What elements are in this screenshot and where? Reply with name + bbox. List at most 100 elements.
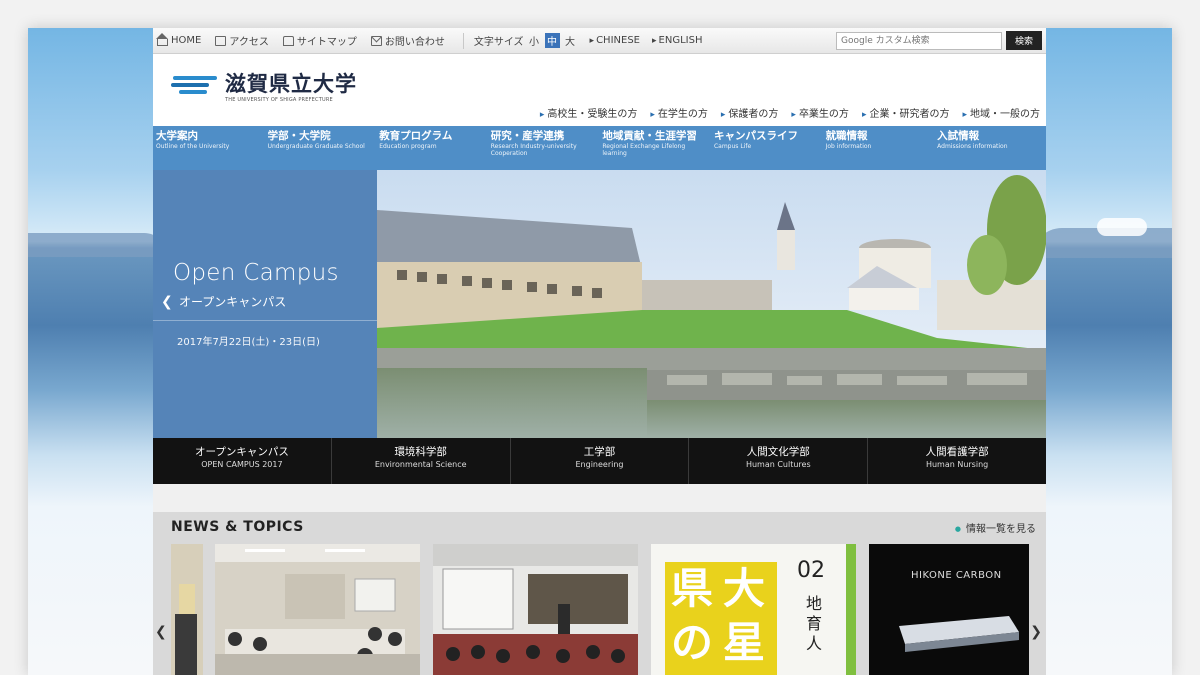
home-link[interactable]: HOME (156, 32, 201, 46)
chevron-left-icon[interactable]: ❮ (155, 624, 167, 640)
magazine-char-4: 星 (723, 618, 766, 667)
news-title: NEWS & TOPICS (171, 519, 304, 535)
chinese-link[interactable]: CHINESE (590, 35, 640, 46)
audience-link-business[interactable]: 企業・研究者の方 (862, 105, 949, 120)
nav-label: 入試情報 (937, 130, 980, 142)
news-card[interactable] (433, 544, 638, 675)
logo-mark-icon (171, 74, 221, 96)
nav-admissions[interactable]: 入試情報 Admissions information (934, 126, 1046, 170)
audience-link-alumni[interactable]: 卒業生の方 (791, 105, 849, 120)
hero-date: 2017年7月22日(土)・23日(日) (177, 337, 320, 348)
partial-photo (171, 544, 203, 675)
dept-label: 環境科学部 (394, 446, 447, 458)
nav-research[interactable]: 研究・産学連携 Research Industry-university Coo… (488, 126, 600, 170)
access-icon (215, 35, 227, 46)
sitemap-icon (282, 35, 294, 46)
nav-about[interactable]: 大学案内 Outline of the University (153, 126, 265, 170)
audience-link-students[interactable]: 在学生の方 (650, 105, 708, 120)
chevron-right-icon[interactable]: ❯ (1030, 624, 1042, 640)
mail-icon (370, 35, 382, 46)
nav-sublabel: Regional Exchange Lifelong learning (602, 143, 686, 157)
hero-slider: Open Campus ❮ オープンキャンパス 2017年7月22日(土)・23… (153, 170, 1046, 438)
site-header: 滋賀県立大学 THE UNIVERSITY OF SHIGA PREFECTUR… (153, 54, 1046, 126)
news-card-magazine[interactable]: 県 大 の 星 02 地育人 (651, 544, 856, 675)
home-icon (156, 32, 168, 46)
font-size-large-button[interactable]: 大 (563, 33, 578, 48)
news-card-partial[interactable] (171, 544, 203, 675)
audience-link-parents[interactable]: 保護者の方 (721, 105, 778, 120)
spacer (153, 484, 1046, 512)
dept-sublabel: Human Nursing (925, 460, 989, 469)
nav-sublabel: Admissions information (937, 143, 1008, 150)
nav-campus-life[interactable]: キャンパスライフ Campus Life (711, 126, 823, 170)
nav-jobs[interactable]: 就職情報 Job information (823, 126, 935, 170)
campus-illustration (377, 170, 1046, 438)
search-input[interactable] (836, 31, 1002, 50)
nav-label: 地域貢献・生涯学習 (602, 130, 697, 142)
magazine-char-1: 県 (671, 564, 714, 613)
nav-label: 就職情報 (825, 130, 868, 142)
font-size-small-button[interactable]: 小 (527, 33, 542, 48)
nav-label: キャンパスライフ (713, 130, 798, 142)
magazine-spine (846, 544, 856, 675)
dept-sublabel: Engineering (575, 460, 624, 469)
audience-link-prospective[interactable]: 高校生・受験生の方 (540, 105, 637, 120)
audience-nav: 高校生・受験生の方 在学生の方 保護者の方 卒業生の方 企業・研究者の方 地域・… (527, 105, 1040, 120)
nav-sublabel: Job information (825, 143, 872, 150)
chevron-left-icon[interactable]: ❮ (161, 294, 173, 310)
dept-label: 人間看護学部 (925, 446, 989, 458)
dept-engineering[interactable]: 工学部 Engineering (511, 438, 690, 484)
dept-label: オープンキャンパス (194, 446, 289, 458)
dept-environmental-science[interactable]: 環境科学部 Environmental Science (332, 438, 511, 484)
campus-photo[interactable] (377, 170, 1046, 438)
department-bar: オープンキャンパス OPEN CAMPUS 2017 環境科学部 Environ… (153, 438, 1046, 484)
nav-education[interactable]: 教育プログラム Education program (376, 126, 488, 170)
news-more-link[interactable]: 情報一覧を見る (955, 520, 1036, 535)
nav-sublabel: Education program (379, 143, 437, 150)
contact-link-label: お問い合わせ (384, 37, 445, 48)
font-size-label: 文字サイズ (473, 37, 524, 48)
nav-label: 教育プログラム (379, 130, 453, 142)
mountain-left (28, 233, 168, 257)
search-button[interactable]: 検索 (1006, 31, 1042, 50)
magazine-char-3: の (671, 618, 714, 667)
lecture-hall-photo (433, 544, 638, 675)
access-link[interactable]: アクセス (215, 33, 269, 48)
sitemap-link[interactable]: サイトマップ (282, 33, 357, 48)
dept-human-cultures[interactable]: 人間文化学部 Human Cultures (689, 438, 869, 484)
access-link-label: アクセス (229, 37, 269, 48)
dept-human-nursing[interactable]: 人間看護学部 Human Nursing (868, 438, 1046, 484)
english-link[interactable]: ENGLISH (652, 35, 703, 46)
news-header: NEWS & TOPICS 情報一覧を見る (153, 512, 1046, 542)
nav-sublabel: Outline of the University (156, 143, 230, 150)
news-card[interactable] (215, 544, 420, 675)
news-card[interactable]: HIKONE CARBON (869, 544, 1029, 675)
dept-sublabel: Human Cultures (745, 460, 811, 469)
magazine-vertical-text: 地育人 (806, 594, 823, 653)
news-carousel: 県 大 の 星 02 地育人 HIKONE CARBON (171, 544, 1029, 675)
university-logo[interactable]: 滋賀県立大学 THE UNIVERSITY OF SHIGA PREFECTUR… (171, 72, 357, 103)
magazine-char-2: 大 (723, 564, 766, 613)
magazine-issue-number: 02 (797, 558, 825, 583)
site-search: 検索 (836, 31, 1042, 50)
nav-faculties[interactable]: 学部・大学院 Undergraduate Graduate School (265, 126, 377, 170)
logo-english: THE UNIVERSITY OF SHIGA PREFECTURE (225, 97, 333, 103)
sitemap-link-label: サイトマップ (296, 37, 357, 48)
hero-caption-panel[interactable]: Open Campus ❮ オープンキャンパス 2017年7月22日(土)・23… (153, 170, 377, 438)
nav-sublabel: Research Industry-university Cooperation (490, 143, 577, 157)
dept-open-campus[interactable]: オープンキャンパス OPEN CAMPUS 2017 (153, 438, 332, 484)
classroom-meeting-photo (215, 544, 420, 675)
divider (462, 32, 464, 49)
audience-link-community[interactable]: 地域・一般の方 (962, 105, 1040, 120)
cloud (1097, 218, 1147, 236)
dept-sublabel: Environmental Science (374, 460, 467, 469)
website-frame: HOME アクセス サイトマップ お問い合わせ 文字サイズ 小 中 大 CHIN… (153, 28, 1046, 675)
nav-label: 研究・産学連携 (490, 130, 565, 142)
font-size-medium-button[interactable]: 中 (544, 33, 560, 48)
nav-regional[interactable]: 地域貢献・生涯学習 Regional Exchange Lifelong lea… (599, 126, 711, 170)
utility-bar: HOME アクセス サイトマップ お問い合わせ 文字サイズ 小 中 大 CHIN… (153, 28, 1046, 54)
logo-japanese: 滋賀県立大学 (225, 72, 357, 96)
contact-link[interactable]: お問い合わせ (370, 33, 445, 48)
nav-label: 学部・大学院 (267, 130, 331, 142)
nav-label: 大学案内 (156, 130, 198, 142)
